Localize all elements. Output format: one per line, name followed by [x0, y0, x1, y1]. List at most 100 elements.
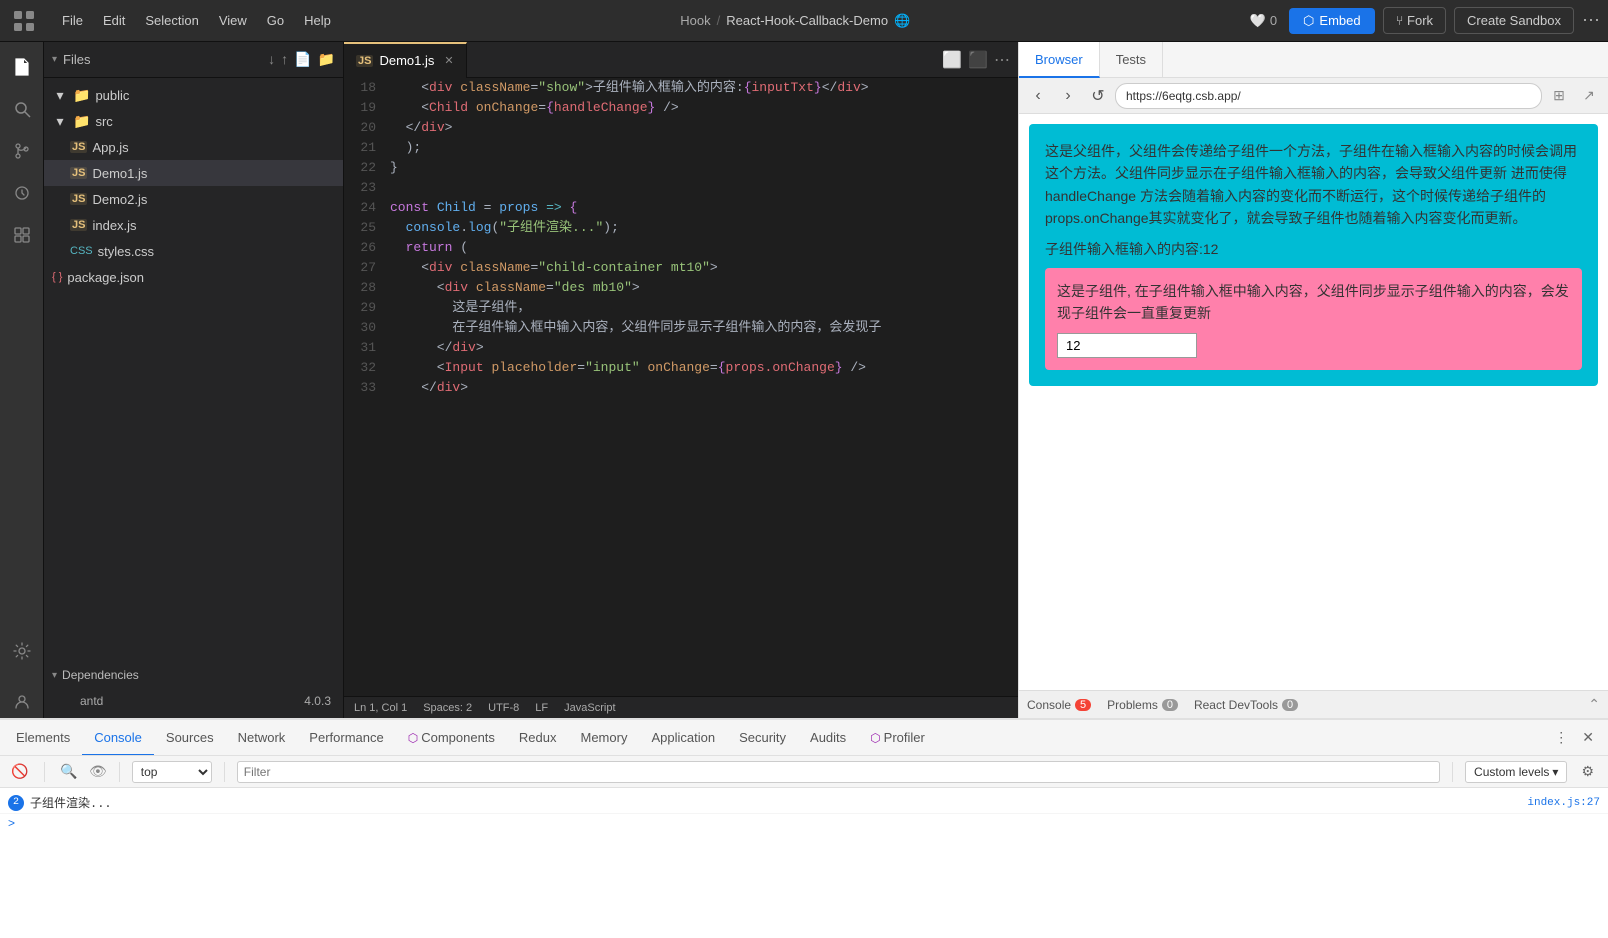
menu-view[interactable]: View	[209, 7, 257, 34]
url-bar[interactable]	[1115, 83, 1542, 109]
console-source-1[interactable]: index.js:27	[1527, 797, 1600, 809]
demo1js-label: Demo1.js	[92, 166, 147, 181]
tree-item-demo2js[interactable]: JS Demo2.js	[44, 186, 343, 212]
console-badge: 5	[1075, 699, 1091, 711]
menu-go[interactable]: Go	[257, 7, 294, 34]
split-editor-icon[interactable]: ⬜	[942, 50, 962, 70]
context-select[interactable]: top	[132, 761, 212, 783]
menu-edit[interactable]: Edit	[93, 7, 135, 34]
packagejson-label: package.json	[67, 270, 144, 285]
new-file-icon[interactable]: 📄	[294, 51, 311, 68]
browser-back-button[interactable]: ‹	[1025, 83, 1051, 109]
devtools-tab-console[interactable]: Console	[82, 720, 154, 756]
editor-tab-actions: ⬜ ⬛ ⋯	[942, 50, 1018, 70]
parent-component: 这是父组件，父组件会传递给子组件一个方法，子组件在输入框输入内容的时候会调用这个…	[1029, 124, 1598, 386]
toolbar-separator-2	[119, 762, 120, 782]
sort-down-icon[interactable]: ↓	[268, 51, 275, 68]
menu-file[interactable]: File	[52, 7, 93, 34]
tree-item-indexjs[interactable]: JS index.js	[44, 212, 343, 238]
browser-tab-tests[interactable]: Tests	[1100, 42, 1163, 78]
heart-icon: 🤍	[1250, 13, 1266, 29]
activity-search[interactable]	[5, 92, 39, 126]
embed-button[interactable]: ⬡ Embed	[1289, 8, 1375, 34]
browser-forward-button[interactable]: ›	[1055, 83, 1081, 109]
tree-item-public[interactable]: ▾ 📁 public	[44, 82, 343, 108]
console-filter-icon[interactable]: 🔍	[57, 760, 81, 784]
dependencies-header[interactable]: ▾ Dependencies	[44, 662, 343, 688]
devtools-panel: Elements Console Sources Network Perform…	[0, 718, 1608, 938]
create-sandbox-button[interactable]: Create Sandbox	[1454, 7, 1574, 34]
main-area: ▾ Files ↓ ↑ 📄 📁 ▾ 📁 public ▾ 📁 src	[0, 42, 1608, 718]
tree-item-appjs[interactable]: JS App.js	[44, 134, 343, 160]
activity-debug[interactable]	[5, 176, 39, 210]
parent-input-value: 子组件输入框输入的内容:12	[1045, 238, 1582, 260]
devtools-more-button[interactable]: ⋮	[1548, 727, 1574, 748]
code-line-19: 19 <Child onChange={handleChange} />	[344, 98, 1018, 118]
new-folder-icon[interactable]: 📁	[318, 51, 335, 68]
devtools-tab-redux[interactable]: Redux	[507, 720, 569, 756]
devtools-tab-performance[interactable]: Performance	[297, 720, 395, 756]
filter-input[interactable]	[237, 761, 1440, 783]
show-network-icon[interactable]: 👁	[89, 763, 107, 780]
tree-item-src[interactable]: ▾ 📁 src	[44, 108, 343, 134]
browser-expand-icon[interactable]: ⊞	[1546, 83, 1572, 109]
devtools-tab-network[interactable]: Network	[226, 720, 298, 756]
embed-label: Embed	[1319, 13, 1360, 28]
fork-button[interactable]: ⑂ Fork	[1383, 7, 1446, 34]
code-line-25: 25 console.log("子组件渲染...");	[344, 218, 1018, 238]
folder-open-icon: ▾	[52, 87, 68, 104]
child-input[interactable]	[1057, 333, 1197, 358]
clear-console-button[interactable]: 🚫	[8, 760, 32, 784]
sort-up-icon[interactable]: ↑	[281, 51, 288, 68]
devtools-tab-application[interactable]: Application	[639, 720, 727, 756]
browser-external-icon[interactable]: ↗	[1576, 83, 1602, 109]
browser-tabs: Browser Tests	[1019, 42, 1608, 78]
editor-layout-icon[interactable]: ⬛	[968, 50, 988, 70]
devtools-tab-profiler[interactable]: ⬡Profiler	[858, 720, 937, 756]
devtools-console-tab[interactable]: Console 5	[1027, 698, 1091, 712]
devtools-close-button[interactable]: ✕	[1576, 727, 1600, 748]
code-line-31: 31 </div>	[344, 338, 1018, 358]
sidebar-collapse-icon[interactable]: ▾	[52, 54, 57, 65]
tab-close-icon[interactable]: ✕	[444, 54, 453, 67]
custom-levels-button[interactable]: Custom levels ▾	[1465, 761, 1567, 783]
devtools-problems-tab[interactable]: Problems 0	[1107, 698, 1178, 712]
devtools-tab-elements[interactable]: Elements	[4, 720, 82, 756]
app-logo[interactable]	[8, 5, 40, 37]
status-encoding: UTF-8	[488, 702, 519, 714]
editor-more-icon[interactable]: ⋯	[994, 50, 1010, 70]
devtools-settings-button[interactable]: ⚙	[1575, 761, 1600, 782]
editor-tab-demo1js[interactable]: JS Demo1.js ✕	[344, 42, 467, 78]
more-icon[interactable]: ⋯	[1582, 10, 1600, 31]
devtools-tab-audits[interactable]: Audits	[798, 720, 858, 756]
menu-selection[interactable]: Selection	[135, 7, 208, 34]
dep-item-antd[interactable]: antd 4.0.3	[44, 688, 343, 714]
sidebar-actions: ↓ ↑ 📄 📁	[268, 51, 335, 68]
code-line-18: 18 <div className="show">子组件输入框输入的内容:{in…	[344, 78, 1018, 98]
devtools-collapse-icon[interactable]: ⌃	[1588, 696, 1600, 713]
editor-content[interactable]: 18 <div className="show">子组件输入框输入的内容:{in…	[344, 78, 1018, 696]
activity-files[interactable]	[5, 50, 39, 84]
code-line-32: 32 <Input placeholder="input" onChange={…	[344, 358, 1018, 378]
console-prompt[interactable]: >	[0, 814, 1608, 832]
breadcrumb-hook: Hook	[680, 13, 710, 28]
code-line-26: 26 return (	[344, 238, 1018, 258]
devtools-tab-components[interactable]: ⬡Components	[396, 720, 507, 756]
browser-tab-browser[interactable]: Browser	[1019, 42, 1100, 78]
tree-item-demo1js[interactable]: JS Demo1.js	[44, 160, 343, 186]
sidebar-header: ▾ Files ↓ ↑ 📄 📁	[44, 42, 343, 78]
devtools-react-tab[interactable]: React DevTools 0	[1194, 698, 1298, 712]
demo2js-label: Demo2.js	[92, 192, 147, 207]
devtools-tab-security[interactable]: Security	[727, 720, 798, 756]
activity-account[interactable]	[5, 684, 39, 718]
activity-settings[interactable]	[5, 634, 39, 668]
devtools-tab-sources[interactable]: Sources	[154, 720, 226, 756]
tree-item-packagejson[interactable]: { } package.json	[44, 264, 343, 290]
code-line-23: 23	[344, 178, 1018, 198]
devtools-tab-memory[interactable]: Memory	[569, 720, 640, 756]
tree-item-stylescss[interactable]: CSS styles.css	[44, 238, 343, 264]
activity-extensions[interactable]	[5, 218, 39, 252]
menu-help[interactable]: Help	[294, 7, 341, 34]
browser-refresh-button[interactable]: ↺	[1085, 83, 1111, 109]
activity-git[interactable]	[5, 134, 39, 168]
